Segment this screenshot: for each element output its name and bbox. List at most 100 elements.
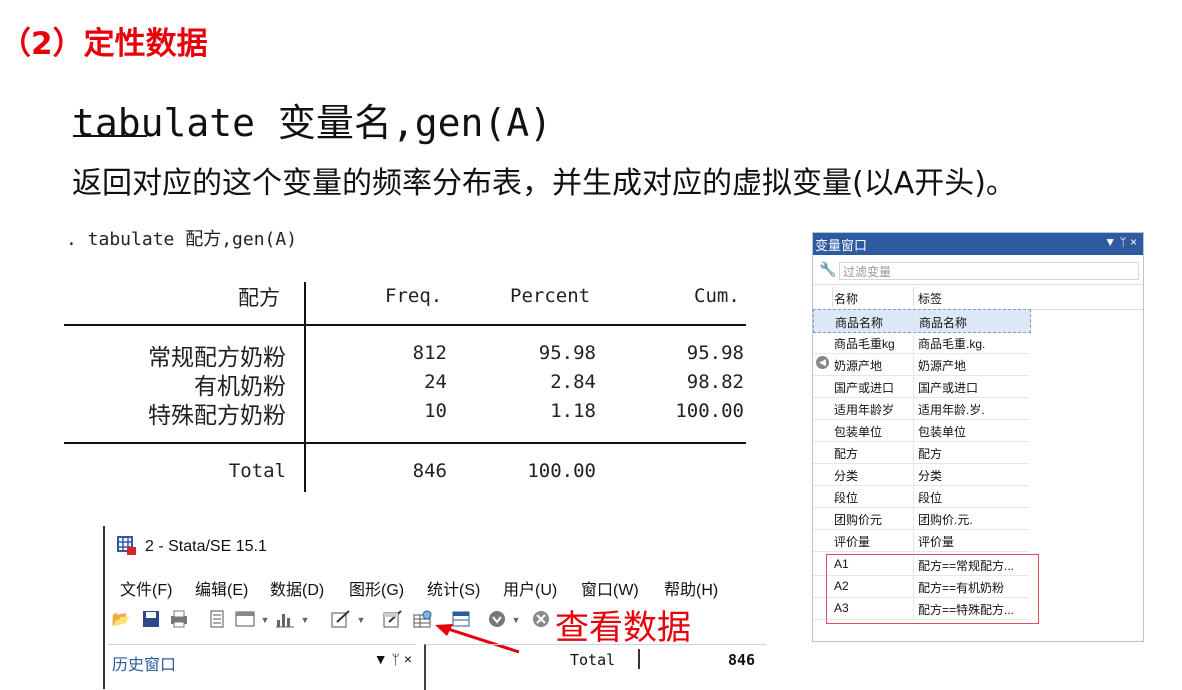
command-syntax: tabulate 变量名,gen(A) [72,101,553,145]
chevron-down-icon[interactable]: ▼ [295,610,315,630]
row-cum: 100.00 [675,400,744,422]
variable-row[interactable]: ◀ 奶源产地 奶源产地 [813,353,1029,376]
variable-name: 段位 [834,491,859,505]
dummy-variables-highlight [826,554,1039,624]
variable-name: 评价量 [834,535,871,549]
row-percent: 1.18 [550,400,596,422]
print-icon[interactable] [169,610,189,630]
open-icon[interactable]: 📂 [111,610,131,630]
variable-row[interactable]: 包装单位 包装单位 [813,419,1029,442]
total-percent: 100.00 [527,460,596,482]
back-arrow-icon[interactable]: ◀ [816,356,829,369]
variable-label: 适用年龄.岁. [918,403,985,417]
variable-row[interactable]: 段位 段位 [813,485,1029,508]
variable-name: 团购价元 [834,513,883,527]
column-divider [913,463,914,485]
variable-label: 商品名称 [919,316,968,330]
menu-window[interactable]: 窗口(W) [581,576,639,600]
row-cum: 95.98 [686,342,744,364]
header-cum: Cum. [694,285,740,307]
column-divider [913,485,914,507]
variable-name: 分类 [834,469,859,483]
description-text: 返回对应的这个变量的频率分布表，并生成对应的虚拟变量(以A开头)。 [72,166,1016,201]
wrench-icon: 🔧 [819,261,837,277]
window-controls[interactable]: ▼ ᛘ × [1104,235,1137,249]
menu-edit[interactable]: 编辑(E) [195,576,248,600]
menu-help[interactable]: 帮助(H) [664,576,718,600]
chevron-down-icon[interactable]: ▼ [255,610,275,630]
row-freq: 24 [424,371,447,393]
do-file-editor-icon[interactable] [331,610,351,630]
variable-name: 包装单位 [834,425,883,439]
variable-row[interactable]: 商品名称 商品名称 [813,309,1031,333]
variable-label: 团购价.元. [918,513,973,527]
table-header-rule [64,324,746,326]
data-editor-icon[interactable] [383,610,403,630]
total-freq: 846 [412,460,447,482]
window-controls[interactable]: ▼ ᛘ × [374,651,412,667]
results-window: Total 846 [424,644,766,690]
menu-graphics[interactable]: 图形(G) [349,576,404,600]
stata-app-icon [117,536,137,556]
column-divider [914,310,915,332]
variable-row[interactable]: 评价量 评价量 [813,529,1029,552]
total-label: Total [228,460,286,482]
results-total-label: Total [570,651,616,669]
save-icon[interactable] [141,610,161,630]
variable-label: 商品毛重.kg. [918,337,986,351]
variable-name: 奶源产地 [834,359,883,373]
menu-data[interactable]: 数据(D) [270,576,324,600]
results-divider [638,649,640,669]
window-border [103,526,105,689]
variable-label: 配方 [918,447,943,461]
stata-command-line: . tabulate 配方,gen(A) [66,229,298,250]
variable-label: 包装单位 [918,425,967,439]
column-label-header[interactable]: 标签 [918,290,942,307]
break-icon[interactable] [531,610,551,630]
column-divider [832,287,833,307]
command-underline [73,135,147,137]
data-browser-icon[interactable] [413,610,433,630]
variable-row[interactable]: 适用年龄岁 适用年龄.岁. [813,397,1029,420]
column-divider [913,287,914,307]
variable-name: 商品毛重kg [834,337,895,351]
column-divider [913,397,914,419]
variables-window-title: 变量窗口 [815,238,868,253]
chevron-down-icon[interactable]: ▼ [351,610,371,630]
menu-statistics[interactable]: 统计(S) [427,576,480,600]
variable-row[interactable]: 商品毛重kg 商品毛重.kg. [813,331,1029,354]
column-name-header[interactable]: 名称 [834,290,858,307]
viewer-icon[interactable] [235,610,255,630]
results-total-value: 846 [728,651,756,669]
header-percent: Percent [510,285,591,307]
variable-name: 国产或进口 [834,381,895,395]
row-percent: 95.98 [538,342,596,364]
column-divider [913,419,914,441]
variable-row[interactable]: 国产或进口 国产或进口 [813,375,1029,398]
row-freq: 10 [424,400,447,422]
column-divider [913,353,914,375]
menu-file[interactable]: 文件(F) [120,576,172,600]
header-freq: Freq. [385,285,443,307]
menu-user[interactable]: 用户(U) [503,576,557,600]
variable-row[interactable]: 分类 分类 [813,463,1029,486]
section-heading: （2）定性数据 [0,26,208,62]
history-window: 历史窗口 ▼ ᛘ × [108,644,416,690]
variable-row[interactable]: 团购价元 团购价.元. [813,507,1029,530]
graph-icon[interactable] [275,610,295,630]
log-icon[interactable] [207,610,227,630]
variables-column-header: 名称 标签 [813,285,1143,310]
variable-row[interactable]: 配方 配方 [813,441,1029,464]
variable-label: 分类 [918,469,943,483]
filter-variables-input[interactable]: 过滤变量 [839,262,1139,280]
variables-window-titlebar: 变量窗口 ▼ ᛘ × [813,233,1143,255]
header-var: 配方 [238,286,280,310]
row-freq: 812 [412,342,447,364]
column-divider [913,331,914,353]
variable-name: 商品名称 [835,316,884,330]
variable-label: 评价量 [918,535,955,549]
table-total-rule [64,442,746,444]
column-divider [913,375,914,397]
variable-name: 适用年龄岁 [834,403,895,417]
row-percent: 2.84 [550,371,596,393]
